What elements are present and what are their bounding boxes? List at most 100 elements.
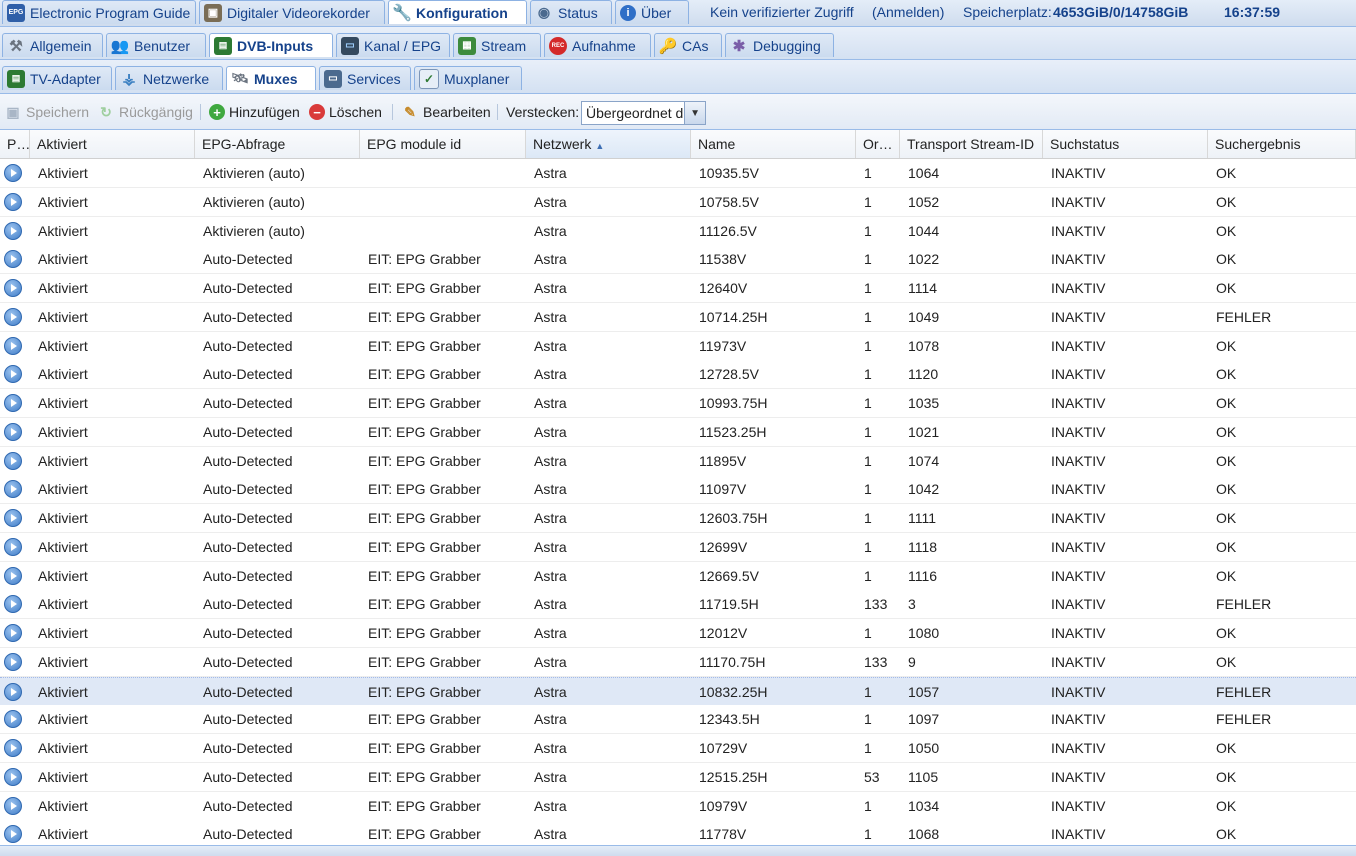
header-col-aktiviert[interactable]: Aktiviert xyxy=(30,130,195,158)
table-row[interactable]: Aktiviert Auto-Detected EIT: EPG Grabber As… xyxy=(0,418,1356,447)
table-row[interactable]: Aktiviert Auto-Detected EIT: EPG Grabber As… xyxy=(0,677,1356,706)
header-col-name[interactable]: Name xyxy=(691,130,856,158)
tab-benutzer[interactable]: 👥 Benutzer xyxy=(106,33,206,57)
table-row[interactable]: Aktiviert Auto-Detected EIT: EPG Grabber As… xyxy=(0,504,1356,533)
bug-icon: ✱ xyxy=(732,37,746,55)
table-row[interactable]: Aktiviert Auto-Detected EIT: EPG Grabber As… xyxy=(0,389,1356,418)
login-link[interactable]: (Anmelden) xyxy=(872,4,944,20)
header-col-suchstatus[interactable]: Suchstatus xyxy=(1043,130,1208,158)
play-icon[interactable] xyxy=(4,394,22,412)
tab-tv-adapter[interactable]: ▤ TV-Adapter xyxy=(2,66,112,90)
col-epg-abfrage-cell: Auto-Detected xyxy=(203,740,293,756)
header-col-netzwerk[interactable]: Netzwerk ▲ xyxy=(526,130,691,158)
tab-debugging[interactable]: ✱ Debugging xyxy=(725,33,834,57)
header-col-epg-abfrage[interactable]: EPG-Abfrage xyxy=(195,130,360,158)
play-icon[interactable] xyxy=(4,797,22,815)
play-icon[interactable] xyxy=(4,825,22,843)
play-icon[interactable] xyxy=(4,480,22,498)
play-icon[interactable] xyxy=(4,452,22,470)
play-icon[interactable] xyxy=(4,567,22,585)
chevron-down-icon[interactable]: ▼ xyxy=(684,102,705,124)
table-row[interactable]: Aktiviert Auto-Detected EIT: EPG Grabber As… xyxy=(0,562,1356,591)
play-icon[interactable] xyxy=(4,739,22,757)
add-icon: + xyxy=(209,104,225,120)
header-col-epg-module-id[interactable]: EPG module id xyxy=(360,130,526,158)
table-row[interactable]: Aktiviert Auto-Detected EIT: EPG Grabber As… xyxy=(0,734,1356,763)
header-col-suchergebnis[interactable]: Suchergebnis xyxy=(1208,130,1356,158)
play-icon[interactable] xyxy=(4,222,22,240)
play-icon[interactable] xyxy=(4,279,22,297)
col-orbital-cell: 133 xyxy=(864,654,888,670)
table-row[interactable]: Aktiviert Auto-Detected EIT: EPG Grabber As… xyxy=(0,619,1356,648)
tab-ueber[interactable]: i Über xyxy=(615,0,689,24)
tab-muxes[interactable]: 🛰 Muxes xyxy=(226,66,316,90)
table-row[interactable]: Aktiviert Auto-Detected EIT: EPG Grabber As… xyxy=(0,792,1356,821)
col-netzwerk-cell: Astra xyxy=(534,309,567,325)
tab-dvr[interactable]: ▣ Digitaler Videorekorder xyxy=(199,0,385,24)
table-row[interactable]: Aktiviert Auto-Detected EIT: EPG Grabber As… xyxy=(0,475,1356,504)
table-row[interactable]: Aktiviert Auto-Detected EIT: EPG Grabber As… xyxy=(0,274,1356,303)
play-icon[interactable] xyxy=(4,683,22,701)
tab-dvb-inputs[interactable]: ▤ DVB-Inputs xyxy=(209,33,333,57)
hide-label: Verstecken: xyxy=(506,104,580,120)
play-icon[interactable] xyxy=(4,595,22,613)
tab-aufnahme[interactable]: REC Aufnahme xyxy=(544,33,651,57)
play-icon[interactable] xyxy=(4,164,22,182)
play-icon[interactable] xyxy=(4,624,22,642)
hide-select[interactable]: Übergeordnet d ▼ xyxy=(581,101,706,125)
tab-konfiguration[interactable]: 🔧 Konfiguration xyxy=(388,0,527,24)
table-row[interactable]: Aktiviert Auto-Detected EIT: EPG Grabber As… xyxy=(0,245,1356,274)
play-icon[interactable] xyxy=(4,653,22,671)
tab-kanal-epg[interactable]: ▭ Kanal / EPG xyxy=(336,33,450,57)
table-row[interactable]: Aktiviert Auto-Detected EIT: EPG Grabber As… xyxy=(0,533,1356,562)
tab-muxplaner[interactable]: ✓ Muxplaner xyxy=(414,66,522,90)
tab-status[interactable]: ◉ Status xyxy=(530,0,612,24)
col-orbital-cell: 1 xyxy=(864,625,872,641)
tab-netzwerke[interactable]: ⚶ Netzwerke xyxy=(115,66,223,90)
play-icon[interactable] xyxy=(4,423,22,441)
tab-stream[interactable]: ▦ Stream xyxy=(453,33,541,57)
tab-label: Kanal / EPG xyxy=(364,37,442,54)
add-button[interactable]: + Hinzufügen xyxy=(209,101,300,123)
table-row[interactable]: Aktiviert Auto-Detected EIT: EPG Grabber As… xyxy=(0,447,1356,476)
tab-epg[interactable]: EPG Electronic Program Guide xyxy=(2,0,196,24)
header-label: Aktiviert xyxy=(37,136,87,152)
tab-services[interactable]: ▭ Services xyxy=(319,66,411,90)
table-row[interactable]: Aktiviert Auto-Detected EIT: EPG Grabber As… xyxy=(0,820,1356,845)
header-col-play[interactable]: P… xyxy=(0,130,30,158)
tab-cas[interactable]: 🔑 CAs xyxy=(654,33,722,57)
table-row[interactable]: Aktiviert Auto-Detected EIT: EPG Grabber As… xyxy=(0,648,1356,677)
save-button[interactable]: ▣ Speichern xyxy=(4,101,89,123)
table-row[interactable]: Aktiviert Auto-Detected EIT: EPG Grabber As… xyxy=(0,360,1356,389)
play-icon[interactable] xyxy=(4,768,22,786)
delete-button[interactable]: − Löschen xyxy=(309,101,382,123)
table-row[interactable]: Aktiviert Auto-Detected EIT: EPG Grabber As… xyxy=(0,332,1356,361)
table-row[interactable]: Aktiviert Aktivieren (auto) Astra 10935.5V 1… xyxy=(0,159,1356,188)
play-icon[interactable] xyxy=(4,250,22,268)
header-label: P… xyxy=(7,136,30,152)
play-icon[interactable] xyxy=(4,308,22,326)
col-aktiviert-cell: Aktiviert xyxy=(38,223,88,239)
header-col-tsid[interactable]: Transport Stream-ID xyxy=(900,130,1043,158)
tab-label: Digitaler Videorekorder xyxy=(227,4,370,21)
play-icon[interactable] xyxy=(4,710,22,728)
table-row[interactable]: Aktiviert Auto-Detected EIT: EPG Grabber As… xyxy=(0,763,1356,792)
table-row[interactable]: Aktiviert Auto-Detected EIT: EPG Grabber As… xyxy=(0,303,1356,332)
play-icon[interactable] xyxy=(4,365,22,383)
col-name-cell: 10832.25H xyxy=(699,684,768,700)
play-icon[interactable] xyxy=(4,538,22,556)
header-col-orbital[interactable]: Or… xyxy=(856,130,900,158)
tab-label: DVB-Inputs xyxy=(237,37,314,54)
play-icon[interactable] xyxy=(4,509,22,527)
table-row[interactable]: Aktiviert Auto-Detected EIT: EPG Grabber As… xyxy=(0,705,1356,734)
header-label: Transport Stream-ID xyxy=(907,136,1035,152)
play-icon[interactable] xyxy=(4,337,22,355)
undo-button[interactable]: ↻ Rückgängig xyxy=(97,101,193,123)
col-name-cell: 11170.75H xyxy=(699,654,766,670)
table-row[interactable]: Aktiviert Aktivieren (auto) Astra 11126.5V 1… xyxy=(0,217,1356,246)
play-icon[interactable] xyxy=(4,193,22,211)
table-row[interactable]: Aktiviert Aktivieren (auto) Astra 10758.5V 1… xyxy=(0,188,1356,217)
tab-allgemein[interactable]: ⚒ Allgemein xyxy=(2,33,103,57)
table-row[interactable]: Aktiviert Auto-Detected EIT: EPG Grabber As… xyxy=(0,590,1356,619)
edit-button[interactable]: ✎ Bearbeiten xyxy=(401,101,491,123)
